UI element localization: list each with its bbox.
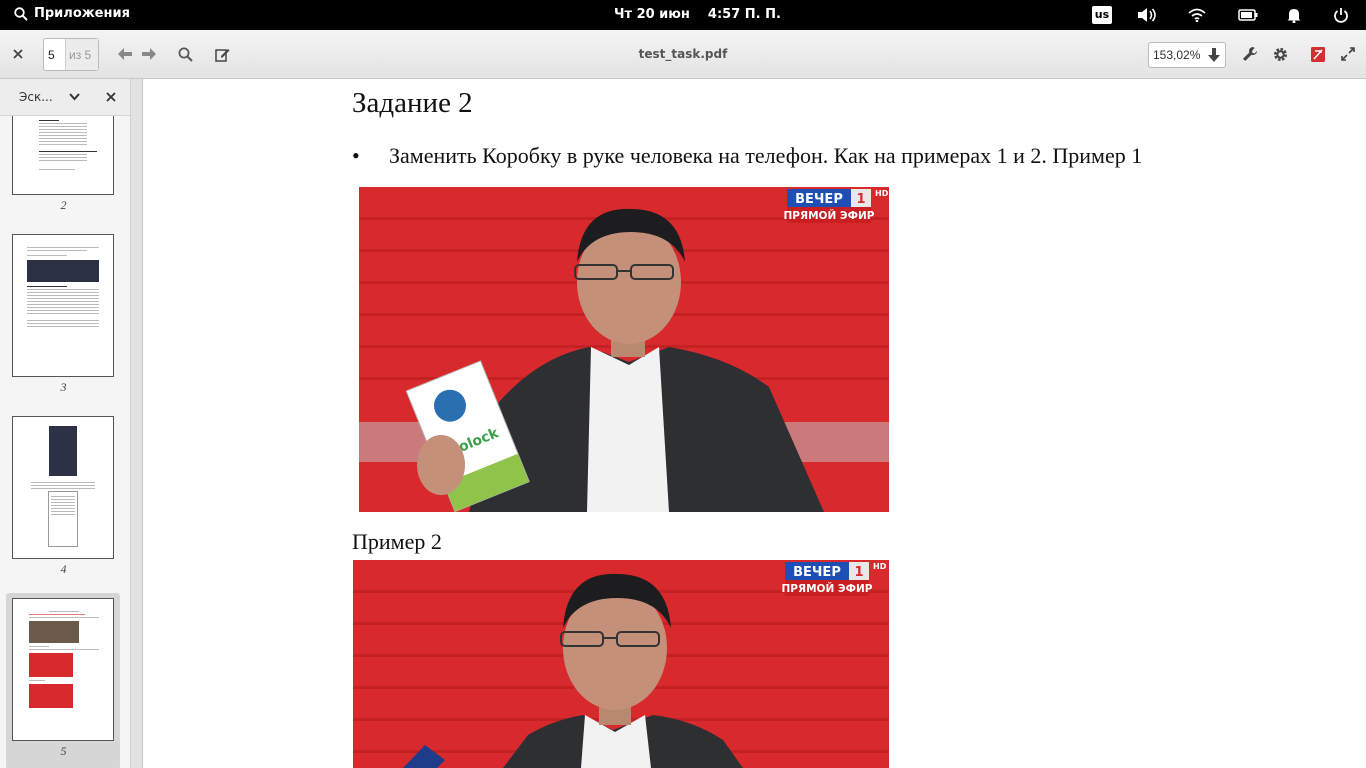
thumbnail-label-page-2: 2 <box>60 198 67 212</box>
zoom-field[interactable]: 153,02% <box>1148 42 1226 68</box>
open-with-button[interactable] <box>1306 42 1330 66</box>
tv-logo-hd: HD <box>875 189 889 198</box>
fullscreen-button[interactable] <box>1336 42 1360 66</box>
thumbnail-page-5[interactable] <box>12 598 114 741</box>
thumbnail-menu-image <box>49 426 77 476</box>
example-2-label: Пример 2 <box>352 529 442 554</box>
settings-button[interactable] <box>1268 42 1292 66</box>
wrench-icon <box>1243 47 1257 61</box>
thumbnail-label-page-3: 3 <box>60 380 67 394</box>
task-heading: Задание 2 <box>352 87 473 119</box>
date-text: Чт 20 июн <box>614 7 690 22</box>
power-icon[interactable] <box>1333 7 1349 23</box>
time-text: 4:57 П. П. <box>707 7 781 22</box>
example-1-photo: Micolock ВЕЧЕР 1 HD ПРЯМОЙ ЭФИР <box>359 187 889 512</box>
viewer-toolbar: 5 из 5 test_task.pdf 153,02% <box>0 30 1366 79</box>
system-panel: Приложения Чт 20 июн 4:57 П. П. us <box>0 0 1366 30</box>
thumbnail-photo-1 <box>29 621 79 643</box>
zoom-value[interactable]: 153,02% <box>1153 48 1200 62</box>
thumbnail-page-3[interactable] <box>12 234 114 377</box>
document-view[interactable]: Задание 2 • Заменить Коробку в руке чело… <box>131 79 1366 768</box>
example-2-photo: ВЕЧЕР 1 HD ПРЯМОЙ ЭФИР <box>353 560 889 768</box>
tv-logo-channel: 1 <box>856 192 865 207</box>
sidebar-header: Эск... <box>0 79 130 116</box>
fullscreen-icon <box>1341 47 1355 61</box>
thumbnail-page-2[interactable] <box>12 116 114 195</box>
tv-logo-top-text-2: ВЕЧЕР <box>793 565 841 580</box>
pdf-app-icon <box>1311 46 1325 62</box>
notifications-bell-icon[interactable] <box>1286 7 1302 23</box>
example-2-illustration: ВЕЧЕР 1 HD ПРЯМОЙ ЭФИР <box>353 560 889 768</box>
tv-logo-bottom-text: ПРЯМОЙ ЭФИР <box>784 209 875 222</box>
thumbnail-label-page-4: 4 <box>60 562 67 576</box>
applications-label: Приложения <box>34 6 130 21</box>
thumbnail-sidebar: Эск... 2 3 4 5 <box>0 79 131 768</box>
bullet-marker: • <box>352 143 360 168</box>
thumbnail-photo-3 <box>29 684 73 708</box>
clock[interactable]: Чт 20 июн 4:57 П. П. <box>614 7 781 22</box>
wifi-icon[interactable] <box>1188 8 1206 22</box>
thumbnail-label-page-5: 5 <box>60 744 67 758</box>
thumbnail-screenshot <box>27 260 99 282</box>
tv-logo-top-text: ВЕЧЕР <box>795 192 843 207</box>
sidebar-mode-label: Эск... <box>19 90 53 104</box>
pdf-page: Задание 2 • Заменить Коробку в руке чело… <box>142 79 1366 768</box>
close-sidebar-icon[interactable] <box>106 92 116 102</box>
battery-icon[interactable] <box>1238 9 1258 21</box>
tv-logo-bottom-text-2: ПРЯМОЙ ЭФИР <box>782 582 873 595</box>
example-1-illustration: Micolock ВЕЧЕР 1 HD ПРЯМОЙ ЭФИР <box>359 187 889 512</box>
search-icon <box>14 6 28 21</box>
keyboard-layout-indicator[interactable]: us <box>1092 6 1112 24</box>
tv-logo-hd-2: HD <box>873 562 887 571</box>
applications-menu[interactable]: Приложения <box>14 6 130 21</box>
tv-logo-channel-2: 1 <box>854 565 863 580</box>
thumbnail-photo-2 <box>29 653 73 677</box>
chevron-down-icon[interactable] <box>69 93 80 101</box>
zoom-dropdown-arrow-icon[interactable] <box>1208 48 1220 62</box>
thumbnail-page-4[interactable] <box>12 416 114 559</box>
gear-icon <box>1273 47 1287 61</box>
volume-icon[interactable] <box>1137 7 1157 23</box>
tools-button[interactable] <box>1238 42 1262 66</box>
task-description: Заменить Коробку в руке человека на теле… <box>389 143 1143 168</box>
